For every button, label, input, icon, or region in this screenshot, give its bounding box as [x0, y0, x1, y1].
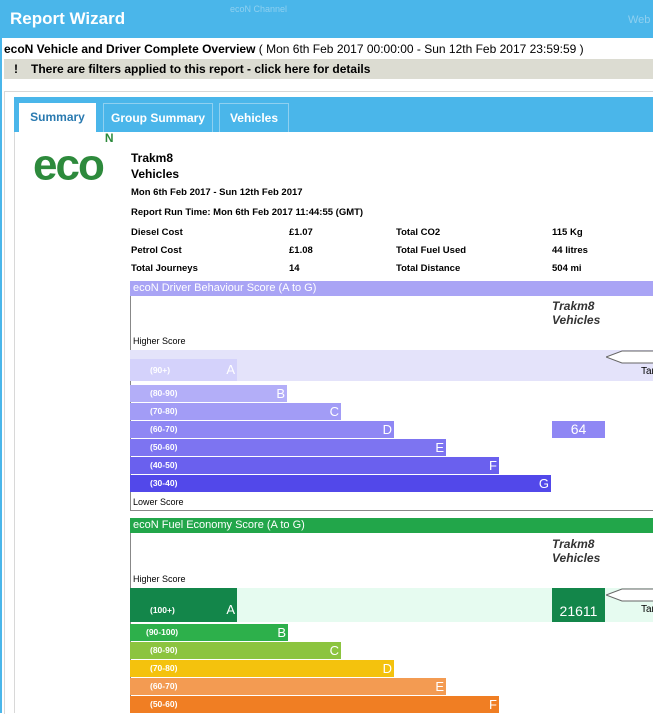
econ-logo: ecoN [33, 131, 114, 190]
band-range: (60-70) [150, 681, 178, 691]
target-marker: Target [606, 350, 653, 377]
run-time: Report Run Time: Mon 6th Feb 2017 11:44:… [131, 207, 364, 218]
content-left-border [14, 132, 15, 713]
stat-label: Total Distance [396, 263, 461, 274]
score-band-b: (90-100) B [130, 624, 288, 641]
score-band-a: (90+) A [130, 359, 237, 381]
entity-name: Vehicles [131, 167, 180, 181]
score-band-g: (30-40) G [130, 475, 551, 492]
stat-label: Diesel Cost [131, 227, 183, 238]
fuel-economy-score: 21611 [552, 588, 605, 622]
stat-value: 504 mi [552, 263, 582, 274]
stat-label: Total Fuel Used [396, 245, 467, 256]
band-letter: G [538, 476, 549, 491]
stat-label: Petrol Cost [131, 245, 182, 256]
band-letter: B [277, 625, 286, 640]
band-letter: D [382, 422, 392, 437]
band-range: (50-60) [150, 699, 178, 709]
higher-score-label: Higher Score [133, 336, 186, 346]
filter-notice-bar[interactable]: ! There are filters applied to this repo… [4, 59, 653, 79]
background-ghost-text: ecoN Channel [230, 4, 288, 14]
stat-label: Total Journeys [131, 263, 198, 274]
stat-value: 115 Kg [552, 227, 583, 238]
entity-line: Trakm8 [552, 299, 595, 313]
band-letter: E [435, 440, 444, 455]
window-title: Report Wizard [10, 9, 126, 28]
tab-vehicles[interactable]: Vehicles [219, 103, 289, 132]
band-range: (80-90) [150, 388, 178, 398]
date-range: Mon 6th Feb 2017 - Sun 12th Feb 2017 [131, 187, 303, 198]
report-title: ecoN Vehicle and Driver Complete Overvie… [4, 42, 256, 56]
target-arrow-icon [606, 350, 653, 364]
tab-group-summary[interactable]: Group Summary [103, 103, 213, 132]
report-title-line: ecoN Vehicle and Driver Complete Overvie… [4, 42, 584, 56]
band-letter: F [489, 458, 497, 473]
stat-value: 14 [289, 263, 300, 274]
tab-summary[interactable]: Summary [19, 103, 96, 132]
fuel-economy-section: ecoN Fuel Economy Score (A to G) Trakm8 V… [130, 518, 653, 713]
target-arrow-icon [606, 588, 653, 602]
band-letter: C [329, 404, 339, 419]
target-label: Target [641, 366, 653, 377]
band-letter: F [489, 697, 497, 712]
band-letter: A [226, 362, 235, 377]
fuel-economy-header: ecoN Fuel Economy Score (A to G) [130, 518, 653, 533]
band-range: (70-80) [150, 663, 178, 673]
score-band-f: (50-60) F [130, 696, 499, 713]
band-letter: B [276, 386, 285, 401]
score-band-d: (60-70) D [130, 421, 394, 438]
score-band-e: (60-70) E [130, 678, 446, 695]
score-band-b: (80-90) B [130, 385, 287, 402]
driver-behaviour-section: ecoN Driver Behaviour Score (A to G) Tra… [130, 281, 653, 511]
econ-logo-sup: N [104, 131, 114, 145]
filter-notice-text[interactable]: There are filters applied to this report… [31, 62, 370, 76]
tab-strip: Summary Group Summary Vehicles [14, 97, 653, 132]
score-band-c: (70-80) C [130, 403, 341, 420]
band-letter: E [435, 679, 444, 694]
score-band-e: (50-60) E [130, 439, 446, 456]
lower-score-label: Lower Score [133, 497, 184, 507]
score-band-c: (80-90) C [130, 642, 341, 659]
stat-value: £1.08 [289, 245, 313, 256]
score-band-f: (40-50) F [130, 457, 499, 474]
band-range: (70-80) [150, 406, 178, 416]
entity-line: Vehicles [552, 551, 601, 565]
band-range: (60-70) [150, 424, 178, 434]
stat-label: Total CO2 [396, 227, 441, 238]
econ-logo-text: eco [33, 140, 105, 190]
band-letter: C [329, 643, 339, 658]
window-left-border [0, 38, 2, 713]
warning-icon: ! [14, 62, 18, 76]
target-marker: Target [606, 588, 653, 615]
band-range: (40-50) [150, 460, 178, 470]
report-period: ( Mon 6th Feb 2017 00:00:00 - Sun 12th F… [258, 42, 584, 56]
company-name: Trakm8 [131, 151, 174, 165]
stat-value: 44 litres [552, 245, 588, 256]
window-titlebar: Report Wizard ecoN Channel Web [0, 0, 653, 38]
score-band-d: (70-80) D [130, 660, 394, 677]
score-band-a: (100+) A [130, 588, 237, 622]
band-range: (90-100) [146, 627, 179, 637]
target-label: Target [641, 604, 653, 615]
entity-line: Trakm8 [552, 537, 595, 551]
background-ghost-text-right: Web [628, 14, 651, 26]
entity-line: Vehicles [552, 313, 601, 327]
band-range: (90+) [150, 365, 171, 375]
higher-score-label: Higher Score [133, 574, 186, 584]
fuel-economy-entity: Trakm8 Vehicles [552, 537, 600, 565]
driver-behaviour-entity: Trakm8 Vehicles [552, 299, 600, 327]
band-range: (80-90) [150, 645, 178, 655]
stat-value: £1.07 [289, 227, 313, 238]
driver-behaviour-header: ecoN Driver Behaviour Score (A to G) [130, 281, 653, 296]
band-range: (30-40) [150, 478, 178, 488]
band-range: (50-60) [150, 442, 178, 452]
driver-behaviour-score: 64 [552, 421, 605, 438]
band-letter: D [382, 661, 392, 676]
